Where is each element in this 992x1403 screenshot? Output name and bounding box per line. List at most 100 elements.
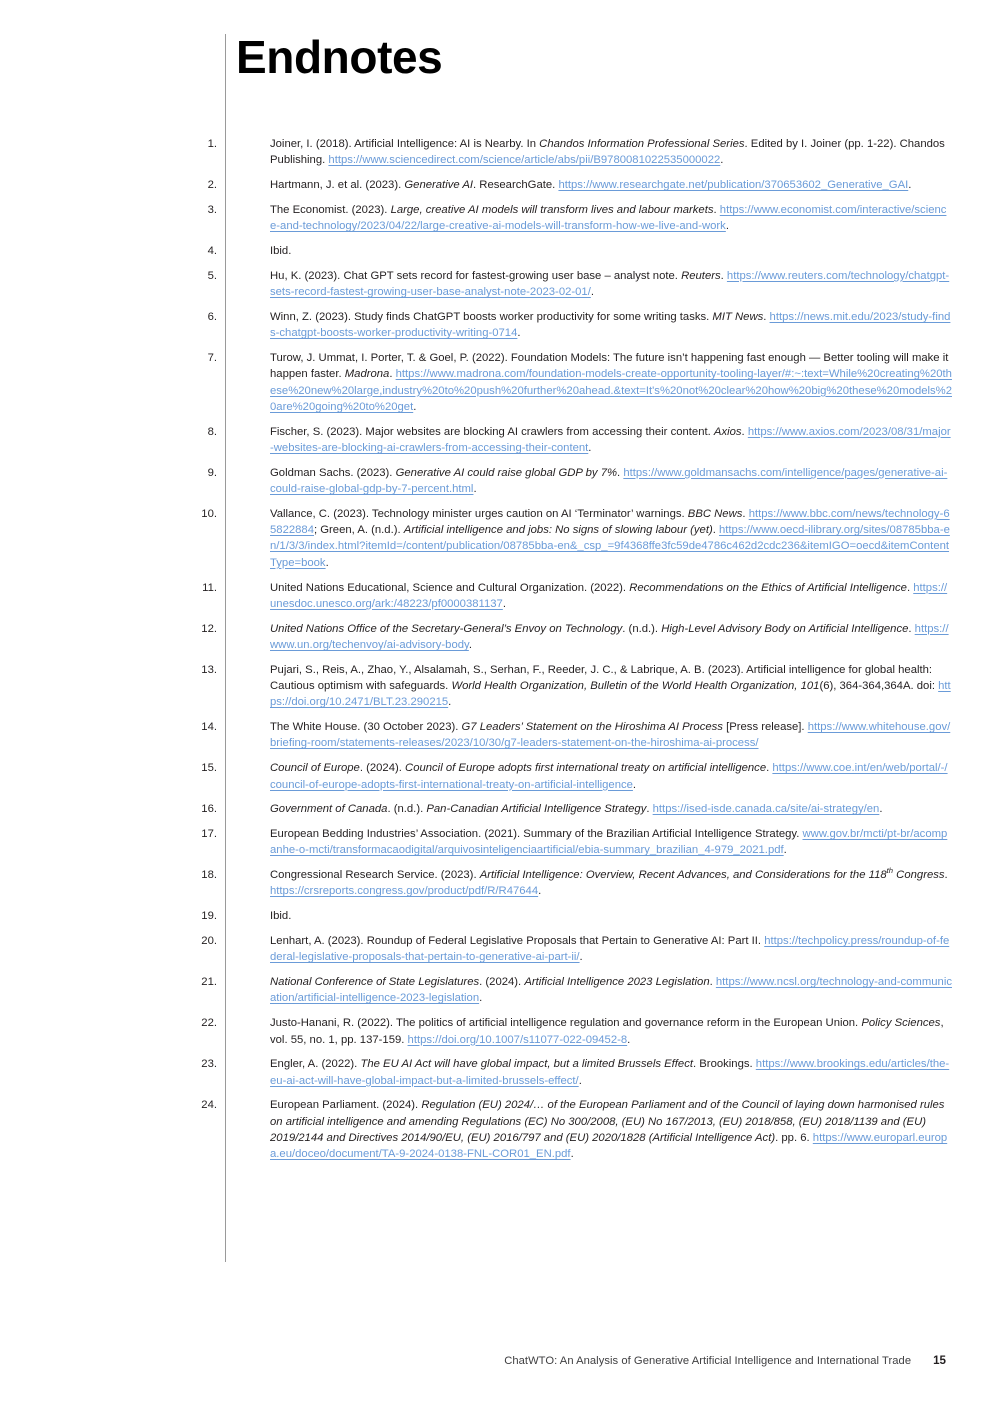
endnote-number: 18. xyxy=(201,869,217,882)
endnote-title-italic: World Health Organization, Bulletin of t… xyxy=(451,680,820,693)
endnote-text-run: . xyxy=(468,638,472,651)
endnote-number: 13. xyxy=(201,663,217,676)
endnote-link[interactable]: https://crsreports.congress.gov/product/… xyxy=(270,885,538,897)
endnote-title-italic: Artificial intelligence and jobs: No sig… xyxy=(403,524,713,537)
endnote-text: Government of Canada. (n.d.). Pan-Canadi… xyxy=(217,801,952,817)
endnote-item: 11. United Nations Educational, Science a… xyxy=(182,580,952,613)
endnote-title-italic: Madrona xyxy=(344,368,390,381)
endnote-number: 6. xyxy=(207,310,217,323)
endnote-link[interactable]: https://ised-isde.canada.ca/site/ai-stra… xyxy=(653,803,880,815)
endnote-number: 1. xyxy=(207,138,217,150)
endnote-title-italic: Pan-Canadian Artificial Intelligence Str… xyxy=(426,803,647,816)
endnote-text-run: . xyxy=(325,556,329,569)
endnote-text-run: . xyxy=(473,483,477,496)
endnote-item: 13. Pujari, S., Reis, A., Zhao, Y., Alsal… xyxy=(182,662,952,711)
page-title: Endnotes xyxy=(236,31,443,83)
endnote-item: 10. Vallance, C. (2023). Technology minis… xyxy=(182,506,952,571)
endnote-item: 20. Lenhart, A. (2023). Roundup of Federa… xyxy=(182,933,952,966)
endnote-text: Turow, J. Ummat, I. Porter, T. & Goel, P… xyxy=(217,350,952,415)
endnote-text: Hartmann, J. et al. (2023). Generative A… xyxy=(217,177,952,193)
endnote-number: 12. xyxy=(201,622,217,635)
endnote-title-italic: Government of Canada xyxy=(270,803,388,816)
endnote-text-run: . (n.d.). xyxy=(622,622,662,635)
endnote-item: 5. Hu, K. (2023). Chat GPT sets record fo… xyxy=(182,268,952,301)
endnote-text-run: . xyxy=(720,154,724,167)
endnote-text: The White House. (30 October 2023). G7 L… xyxy=(217,719,952,752)
endnote-text-run: . xyxy=(944,869,948,882)
endnote-number: 14. xyxy=(201,721,217,734)
endnote-number: 2. xyxy=(207,179,217,192)
endnote-item: 1. Joiner, I. (2018). Artificial Intellig… xyxy=(182,136,952,169)
endnote-text-run: (6), 364-364,364A. doi: xyxy=(819,680,939,693)
endnote-text-run: Hu, K. (2023). Chat GPT sets record for … xyxy=(270,269,682,282)
endnote-item: 6. Winn, Z. (2023). Study finds ChatGPT b… xyxy=(182,309,952,342)
endnote-text-run: . xyxy=(632,778,637,791)
endnote-title-italic: Recommendations on the Ethics of Artific… xyxy=(629,581,907,594)
endnote-text-run: . xyxy=(725,220,729,233)
endnote-title-italic: BBC News xyxy=(687,507,743,520)
endnote-text-run: . xyxy=(590,286,594,299)
endnote-text: Ibid. xyxy=(217,908,952,924)
endnote-item: 9. Goldman Sachs. (2023). Generative AI c… xyxy=(182,465,952,498)
endnote-text-run: Vallance, C. (2023). Technology minister… xyxy=(270,507,688,520)
endnote-text-run: . xyxy=(413,400,417,413)
endnote-item: 3. The Economist. (2023). Large, creative… xyxy=(182,202,952,235)
endnote-text-run: The Economist. (2023). xyxy=(270,203,391,216)
endnote-text-run: . Brookings. xyxy=(693,1058,756,1071)
endnote-number: 7. xyxy=(207,351,217,364)
endnote-link[interactable]: https://www.researchgate.net/publication… xyxy=(558,179,908,191)
endnote-text-run: Hartmann, J. et al. (2023). xyxy=(270,179,405,192)
endnote-text-run: Ibid. xyxy=(270,910,292,923)
endnote-title-italic: Axios xyxy=(713,425,742,438)
page-footer: ChatWTO: An Analysis of Generative Artif… xyxy=(0,1354,992,1367)
endnote-item: 4. Ibid. xyxy=(182,243,952,259)
endnote-text-run: . xyxy=(479,992,483,1005)
endnote-text-run: . xyxy=(879,803,883,816)
endnote-number: 3. xyxy=(207,203,217,216)
endnote-text: Pujari, S., Reis, A., Zhao, Y., Alsalama… xyxy=(217,662,952,711)
endnote-item: 8. Fischer, S. (2023). Major websites are… xyxy=(182,424,952,457)
endnote-number: 9. xyxy=(207,466,217,479)
endnote-title-italic: National Conference of State Legislature… xyxy=(270,976,480,989)
endnote-text: Ibid. xyxy=(217,243,952,259)
footer-page-number: 15 xyxy=(933,1354,946,1367)
endnote-number: 4. xyxy=(207,244,217,257)
endnote-title-italic: Artificial Intelligence: Overview, Recen… xyxy=(479,869,887,882)
footer-document-title: ChatWTO: An Analysis of Generative Artif… xyxy=(504,1355,912,1367)
endnote-title-italic: Generative AI could raise global GDP by … xyxy=(395,466,618,479)
endnote-title-italic: United Nations Office of the Secretary-G… xyxy=(270,622,623,635)
endnote-title-italic: The EU AI Act will have global impact, b… xyxy=(360,1058,693,1071)
endnote-text-run: Lenhart, A. (2023). Roundup of Federal L… xyxy=(270,935,765,948)
page-title-block: Endnotes xyxy=(225,31,443,132)
endnote-item: 12. United Nations Office of the Secretar… xyxy=(182,621,952,654)
endnote-number: 19. xyxy=(201,910,217,923)
endnote-text-run: Congressional Research Service. (2023). xyxy=(270,869,480,882)
endnote-text-run: . xyxy=(502,597,506,610)
endnote-title-italic: Artificial Intelligence 2023 Legislation xyxy=(524,976,710,989)
endnote-title-italic: MIT News xyxy=(712,310,764,323)
endnote-text: Fischer, S. (2023). Major websites are b… xyxy=(217,424,952,457)
endnote-link[interactable]: https://doi.org/10.1007/s11077-022-09452… xyxy=(408,1034,628,1046)
endnote-text-run: . ResearchGate. xyxy=(473,179,559,192)
endnote-title-italic: Council of Europe adopts first internati… xyxy=(405,762,767,775)
endnote-text-run: . xyxy=(627,1033,631,1046)
endnote-text: Joiner, I. (2018). Artificial Intelligen… xyxy=(217,136,952,169)
endnote-number: 24. xyxy=(201,1099,217,1112)
endnote-text-run: Goldman Sachs. (2023). xyxy=(270,466,396,479)
endnote-text-run: . xyxy=(588,441,592,454)
endnotes-page: Endnotes 1. Joiner, I. (2018). Artificial… xyxy=(0,0,992,1403)
endnote-number: 15. xyxy=(201,762,217,775)
endnote-text-run: The White House. (30 October 2023). xyxy=(270,721,462,734)
endnote-text-run: Joiner, I. (2018). Artificial Intelligen… xyxy=(270,138,540,150)
endnote-link[interactable]: https://www.sciencedirect.com/science/ar… xyxy=(328,154,720,166)
endnote-number: 8. xyxy=(207,425,217,438)
endnote-text: European Bedding Industries’ Association… xyxy=(217,826,952,859)
endnote-text-run: . xyxy=(570,1148,574,1161)
endnote-text-run: ; Green, A. (n.d.). xyxy=(313,524,404,537)
endnote-text-run: Justo-Hanani, R. (2022). The politics of… xyxy=(270,1017,862,1030)
endnote-title-italic: Policy Sciences xyxy=(861,1017,941,1030)
endnote-text-run: . xyxy=(538,885,542,898)
endnote-number: 22. xyxy=(201,1017,217,1030)
endnote-text-run: . xyxy=(783,844,787,857)
endnote-text-run: . xyxy=(908,179,912,192)
